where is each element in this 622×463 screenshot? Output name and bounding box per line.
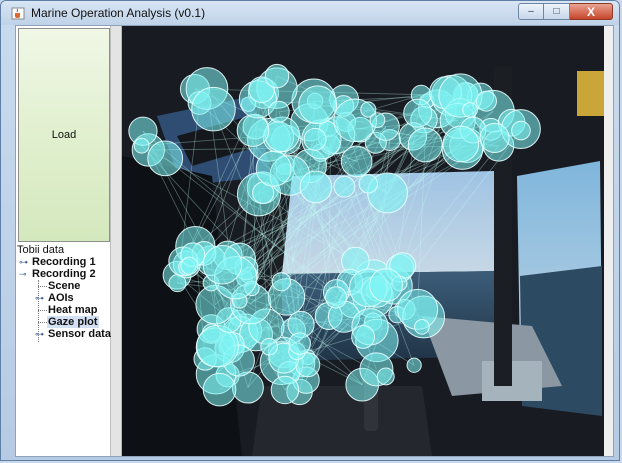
fixation-circle bbox=[324, 286, 348, 309]
fixation-circle bbox=[270, 375, 300, 405]
fixation-circle bbox=[236, 114, 270, 147]
gaze-plot-view[interactable] bbox=[122, 26, 613, 456]
fixation-circle bbox=[462, 102, 478, 118]
maximize-button[interactable]: □ bbox=[544, 3, 570, 20]
minimize-button[interactable]: – bbox=[518, 3, 544, 20]
fixation-circle bbox=[267, 100, 290, 123]
tree-root[interactable]: Tobii data bbox=[17, 244, 64, 256]
fixation-circle bbox=[479, 122, 510, 153]
window-title: Marine Operation Analysis (v0.1) bbox=[31, 6, 206, 20]
fixation-circle bbox=[340, 145, 373, 178]
fixation-circle bbox=[264, 63, 290, 89]
close-button[interactable]: X bbox=[570, 3, 613, 20]
right-edge bbox=[604, 26, 613, 456]
java-cup-icon bbox=[11, 7, 25, 20]
load-button[interactable]: Load bbox=[18, 28, 110, 242]
fixation-circle bbox=[511, 120, 531, 141]
fixation-circle bbox=[299, 170, 333, 204]
fixation-circle bbox=[202, 244, 243, 285]
tree-item-recording-2[interactable]: ⊸ Recording 2 bbox=[19, 268, 96, 280]
key-handle-icon[interactable]: ⊸ bbox=[19, 268, 27, 280]
tree-item-label: Sensor data bbox=[48, 328, 111, 340]
scene-video-frame bbox=[122, 26, 613, 456]
fixation-circle bbox=[133, 137, 150, 154]
fixation-circle bbox=[271, 272, 292, 292]
tree-item-scene[interactable]: Scene bbox=[48, 280, 80, 292]
fixation-circle bbox=[333, 175, 356, 198]
fixation-circle bbox=[264, 116, 300, 153]
fixation-circle bbox=[403, 98, 433, 128]
fixation-circle bbox=[298, 85, 338, 125]
tree-item-label: Recording 2 bbox=[32, 268, 96, 280]
window-controls: – □ X bbox=[518, 3, 613, 21]
tree-item-label: Scene bbox=[48, 280, 81, 292]
tree-item-sensor-data[interactable]: ⊶ Sensor data bbox=[35, 328, 111, 340]
crane-structure bbox=[577, 71, 607, 116]
tree-root-label: Tobii data bbox=[17, 244, 65, 256]
split-pane-divider[interactable] bbox=[111, 26, 122, 456]
fixation-circle bbox=[202, 372, 237, 407]
tree-item-label: Heat map bbox=[48, 304, 98, 316]
tree-item-label: Recording 1 bbox=[32, 256, 96, 268]
fixation-circle bbox=[442, 125, 480, 163]
fixation-circle bbox=[147, 140, 184, 177]
fixation-circle bbox=[260, 337, 278, 356]
fixation-circle bbox=[351, 325, 376, 349]
fixation-circle bbox=[288, 332, 311, 355]
key-handle-icon[interactable]: ⊶ bbox=[19, 256, 28, 268]
title-bar[interactable]: Marine Operation Analysis (v0.1) – □ X bbox=[1, 1, 619, 25]
fixation-circle bbox=[414, 319, 430, 335]
fixation-circle bbox=[376, 367, 395, 386]
key-handle-icon[interactable]: ⊶ bbox=[35, 328, 44, 340]
fixation-circle bbox=[255, 150, 292, 187]
fixation-circle bbox=[369, 268, 403, 303]
fixation-circle bbox=[358, 174, 378, 194]
client-area: Load Tobii data ⊶ Recording 1 ⊸ Recordin… bbox=[15, 25, 614, 457]
tree-guide bbox=[38, 310, 47, 311]
key-handle-icon[interactable]: ⊶ bbox=[35, 292, 44, 304]
tree-item-recording-1[interactable]: ⊶ Recording 1 bbox=[19, 256, 96, 268]
fixation-circle bbox=[180, 256, 199, 275]
fixation-circle bbox=[475, 90, 497, 112]
tree-item-heat-map[interactable]: Heat map bbox=[48, 304, 98, 316]
tree-item-gaze-plot[interactable]: Gaze plot bbox=[47, 316, 99, 328]
app-window: Marine Operation Analysis (v0.1) – □ X L… bbox=[0, 0, 620, 461]
fixation-circle bbox=[360, 101, 377, 118]
tree-guide bbox=[38, 322, 47, 323]
fixation-circle bbox=[231, 371, 264, 404]
tree-item-label: Gaze plot bbox=[47, 316, 99, 328]
tree-item-aois[interactable]: ⊶ AOIs bbox=[35, 292, 74, 304]
fixation-circle bbox=[303, 127, 327, 151]
fixation-circle bbox=[191, 86, 236, 132]
tree-item-label: AOIs bbox=[48, 292, 74, 304]
left-panel: Load Tobii data ⊶ Recording 1 ⊸ Recordin… bbox=[16, 26, 111, 456]
tree-guide bbox=[38, 286, 47, 287]
fixation-circle bbox=[407, 127, 443, 163]
fixation-circle bbox=[406, 357, 422, 373]
